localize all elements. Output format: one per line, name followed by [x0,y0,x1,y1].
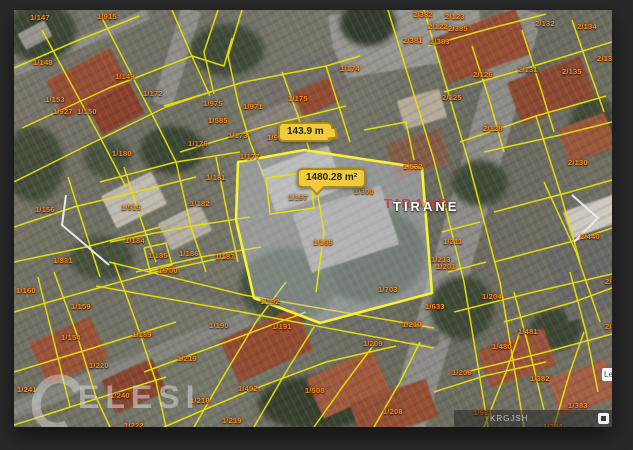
parcel-label: 1/149 [115,73,135,81]
parcel-label: 2/382 [413,11,433,19]
parcel-label: 1/208 [383,408,403,416]
parcel-label: 1/508 [305,387,325,395]
parcel-label: 1/180 [112,150,132,158]
parcel-label: 1/585 [208,117,228,125]
parcel-label: 1/185 [148,252,168,260]
city-label: TIRANE [393,199,459,214]
parcel-label: 1/177 [240,153,260,161]
parcel-label: 1/633 [425,303,445,311]
parcel-label: 2/130 [568,159,588,167]
parcel-label: 2/381 [403,37,423,45]
parcel-label: 2/126 [473,71,493,79]
parcel-label: 1/191 [272,323,292,331]
parcel-label: 1/241 [17,386,37,394]
parcel-label: 1/175 [288,95,308,103]
street-label-partial: Le [602,368,612,381]
parcel-label: 1/927 [53,108,73,116]
parcel-label: 1/187 [215,253,235,261]
parcel-label: 1/210 [402,321,422,329]
parcel-label: 1/176 [188,140,208,148]
parcel-label: 2/132 [535,20,555,28]
parcel-label: 1/154 [61,334,81,342]
parcel-label: 2/312 [605,323,612,331]
measurement-badge-length: 143.9 m [278,122,333,142]
parcel-label: 1/173 [228,132,248,140]
parcel-label: 1/190 [209,322,229,330]
parcel-label: 1/218 [190,397,210,405]
parcel-label: 1/204 [482,293,502,301]
parcel-label: 1/159 [71,303,91,311]
parcel-label: 1/532 [403,163,423,171]
parcel-label: 1/211 [443,238,462,246]
parcel-label: 1/971 [243,103,263,111]
attribution-bar: KRGJSH [454,410,612,427]
parcel-label: 1/182 [190,200,210,208]
parcel-label: 2/137 [597,55,612,63]
parcel-label: 1/184 [125,237,145,245]
parcel-label: 1/192 [260,298,280,306]
attribution-toggle-icon[interactable] [598,413,609,424]
parcel-label: 1/300 [354,188,374,196]
parcel-label: 2/426 [605,278,612,286]
parcel-label: 1/480 [492,343,512,351]
parcel-label: 2/122 [428,23,448,31]
parcel-label: 1/219 [177,355,197,363]
parcel-label: 1/148 [33,59,53,67]
parcel-label: 1/700 [158,267,178,275]
cadastral-map-canvas[interactable]: 1/147 1/915 1/148 1/149 1/153 1/927 1/150 1/180… [14,10,612,427]
parcel-label: 1/383 [568,402,588,410]
parcel-label: 1/156 [35,206,55,214]
parcel-label: 2/135 [562,68,582,76]
parcel-label: 1/481 [518,328,538,336]
parcel-label: 2/131 [518,66,538,74]
parcel-label: 1/519 [121,204,141,212]
measurement-badge-area: 1480.28 m² [297,168,366,188]
parcel-label: 1/189 [132,331,152,339]
parcel-label: 1/181 [206,174,226,182]
parcel-label: 1/201 [436,263,456,271]
parcel-label: 1/220 [89,362,109,370]
parcel-label: 2/123 [445,13,465,21]
parcel-label: 1/240 [110,392,130,400]
parcel-label: 1/703 [378,286,398,294]
parcel-label: 1/186 [179,250,199,258]
parcel-label: 1/831 [53,257,73,265]
parcel-label: 1/147 [30,14,50,22]
parcel-label: 1/160 [16,287,36,295]
parcel-label: 2/385 [448,25,468,33]
parcel-label: 1/206 [452,369,472,377]
parcel-label: 1/222 [124,422,144,427]
parcel-label: 1/382 [530,375,550,383]
parcel-label: 2/125 [442,94,462,102]
parcel-label: 1/174 [340,65,360,73]
parcel-label: 2/440 [580,233,600,241]
parcel-label: 1/209 [363,340,383,348]
parcel-label: 1/219 [222,417,242,425]
parcel-label: 1/915 [97,13,117,21]
parcel-label: 2/134 [577,23,597,31]
parcel-label: 1/195 [313,239,333,247]
parcel-label: 1/153 [45,96,65,104]
parcel-label: 1/975 [203,100,223,108]
parcel-label: 2/383 [430,38,450,46]
parcel-label: 1/172 [143,90,163,98]
parcel-label: 1/492 [238,385,258,393]
parcel-label: 1/197 [288,194,308,202]
parcel-label: 2/128 [483,125,503,133]
attribution-text: KRGJSH [490,410,528,427]
parcel-label: 1/150 [77,108,97,116]
